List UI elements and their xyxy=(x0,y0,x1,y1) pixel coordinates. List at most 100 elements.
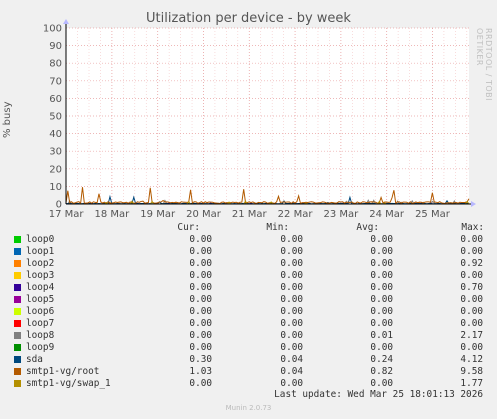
legend-header-cur: Cur: xyxy=(177,222,200,233)
last-update-text: Last update: Wed Mar 25 18:01:13 2026 xyxy=(274,389,483,400)
legend-header-avg: Avg: xyxy=(356,222,379,233)
y-tick-label: 60 xyxy=(49,94,62,105)
legend-value-avg: 0.00 xyxy=(370,270,393,281)
x-tick-label: 18 Mar xyxy=(95,209,131,220)
legend-row: loop9 0.00 0.00 0.00 0.00 xyxy=(0,342,497,354)
legend-swatch xyxy=(14,332,21,339)
legend-value-max: 0.00 xyxy=(460,234,483,245)
x-tick-label: 24 Mar xyxy=(369,209,405,220)
y-axis-arrow-icon xyxy=(63,19,69,24)
legend-series-name: loop0 xyxy=(26,234,55,245)
legend-swatch xyxy=(14,308,21,315)
legend-value-min: 0.00 xyxy=(280,246,303,257)
legend-swatch xyxy=(14,368,21,375)
legend-value-cur: 0.00 xyxy=(189,270,212,281)
legend-swatch xyxy=(14,260,21,267)
legend-series-name: loop5 xyxy=(26,294,55,305)
legend-value-min: 0.04 xyxy=(280,366,303,377)
legend-value-avg: 0.00 xyxy=(370,282,393,293)
legend-value-cur: 0.00 xyxy=(189,282,212,293)
legend-series-name: smtp1-vg/swap_1 xyxy=(26,378,111,389)
legend-series-name: loop9 xyxy=(26,342,55,353)
legend-swatch xyxy=(14,272,21,279)
x-tick-label: 20 Mar xyxy=(186,209,222,220)
legend-series-name: loop2 xyxy=(26,258,55,269)
legend-row: loop8 0.00 0.00 0.01 2.17 xyxy=(0,330,497,342)
legend-swatch xyxy=(14,236,21,243)
legend-value-min: 0.00 xyxy=(280,318,303,329)
legend-row: loop5 0.00 0.00 0.00 0.00 xyxy=(0,294,497,306)
y-tick-label: 10 xyxy=(49,182,62,193)
legend-value-max: 0.00 xyxy=(460,270,483,281)
legend-table: Cur: Min: Avg: Max: loop0 0.00 0.00 0.00 0.0… xyxy=(0,222,497,390)
legend-row: loop2 0.00 0.00 0.00 0.92 xyxy=(0,258,497,270)
legend-value-max: 0.00 xyxy=(460,306,483,317)
y-tick-label: 80 xyxy=(49,59,62,70)
munin-version-footer: Munin 2.0.73 xyxy=(225,404,272,412)
legend-value-max: 0.00 xyxy=(460,342,483,353)
legend-series-name: smtp1-vg/root xyxy=(26,366,100,377)
legend-row: loop6 0.00 0.00 0.00 0.00 xyxy=(0,306,497,318)
legend-swatch xyxy=(14,356,21,363)
x-axis-arrow-icon xyxy=(471,201,476,207)
legend-swatch xyxy=(14,320,21,327)
legend-header-min: Min: xyxy=(266,222,289,233)
legend-value-avg: 0.00 xyxy=(370,246,393,257)
legend-value-max: 0.00 xyxy=(460,294,483,305)
legend-series-name: loop8 xyxy=(26,330,55,341)
legend-series-name: loop1 xyxy=(26,246,55,257)
legend-value-max: 0.92 xyxy=(460,258,483,269)
legend-value-min: 0.00 xyxy=(280,342,303,353)
legend-swatch xyxy=(14,248,21,255)
legend-value-max: 0.00 xyxy=(460,246,483,257)
chart-canvas: 0102030405060708090100 17 Mar 18 Mar 19 Ma… xyxy=(43,19,476,220)
legend-value-min: 0.00 xyxy=(280,282,303,293)
y-tick-label: 100 xyxy=(43,24,62,35)
legend-value-max: 0.00 xyxy=(460,318,483,329)
legend-row: loop1 0.00 0.00 0.00 0.00 xyxy=(0,246,497,258)
legend-swatch xyxy=(14,284,21,291)
legend-series-name: loop4 xyxy=(26,282,55,293)
legend-value-max: 4.12 xyxy=(460,354,483,365)
legend-value-min: 0.00 xyxy=(280,258,303,269)
y-tick-label: 20 xyxy=(49,164,62,175)
legend-header: Cur: Min: Avg: Max: xyxy=(0,222,497,234)
legend-value-cur: 0.30 xyxy=(189,354,212,365)
legend-swatch xyxy=(14,344,21,351)
legend-value-min: 0.00 xyxy=(280,270,303,281)
x-tick-label: 21 Mar xyxy=(232,209,268,220)
legend-value-cur: 0.00 xyxy=(189,294,212,305)
legend-value-cur: 0.00 xyxy=(189,378,212,389)
legend-value-min: 0.04 xyxy=(280,354,303,365)
x-tick-label: 19 Mar xyxy=(140,209,176,220)
legend-series-name: loop6 xyxy=(26,306,55,317)
legend-value-min: 0.00 xyxy=(280,306,303,317)
x-tick-label: 22 Mar xyxy=(278,209,314,220)
x-tick-label: 23 Mar xyxy=(323,209,359,220)
y-tick-label: 90 xyxy=(49,41,62,52)
legend-row: loop3 0.00 0.00 0.00 0.00 xyxy=(0,270,497,282)
legend-value-cur: 0.00 xyxy=(189,246,212,257)
x-tick-label: 17 Mar xyxy=(49,209,85,220)
legend-value-avg: 0.00 xyxy=(370,306,393,317)
y-tick-label: 70 xyxy=(49,76,62,87)
legend-value-min: 0.00 xyxy=(280,330,303,341)
legend-value-avg: 0.82 xyxy=(370,366,393,377)
legend-value-avg: 0.00 xyxy=(370,234,393,245)
legend-value-cur: 0.00 xyxy=(189,258,212,269)
legend-header-max: Max: xyxy=(461,222,484,233)
legend-row: loop4 0.00 0.00 0.00 0.70 xyxy=(0,282,497,294)
legend-value-max: 9.58 xyxy=(460,366,483,377)
legend-value-min: 0.00 xyxy=(280,294,303,305)
legend-series-name: loop3 xyxy=(26,270,55,281)
legend-value-max: 2.17 xyxy=(460,330,483,341)
legend-series-name: sda xyxy=(26,354,43,365)
legend-value-cur: 0.00 xyxy=(189,330,212,341)
legend-value-cur: 1.03 xyxy=(189,366,212,377)
y-tick-label: 30 xyxy=(49,147,62,158)
legend-row: loop0 0.00 0.00 0.00 0.00 xyxy=(0,234,497,246)
legend-value-avg: 0.00 xyxy=(370,294,393,305)
legend-row: sda 0.30 0.04 0.24 4.12 xyxy=(0,354,497,366)
y-tick-label: 50 xyxy=(49,112,62,123)
legend-value-min: 0.00 xyxy=(280,234,303,245)
